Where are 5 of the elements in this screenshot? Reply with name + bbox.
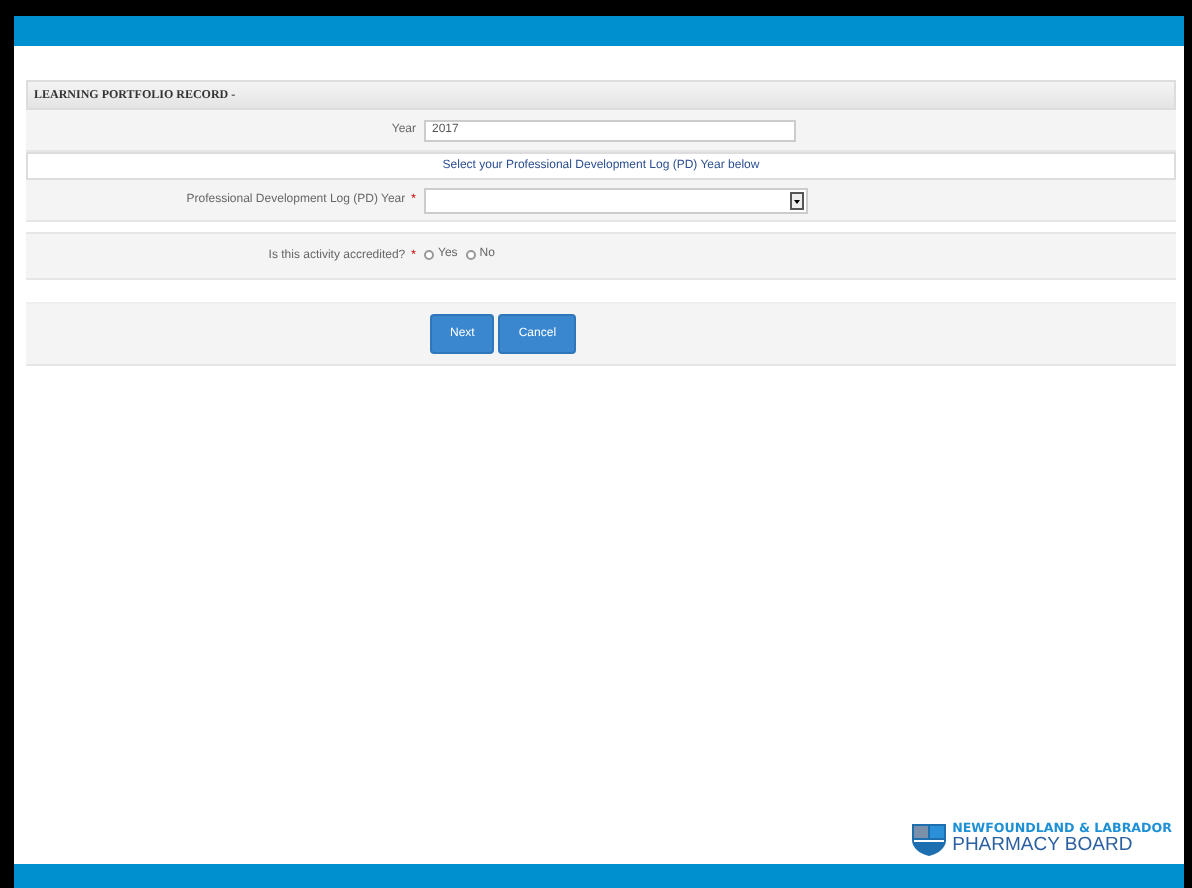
dropdown-field[interactable] bbox=[424, 187, 808, 213]
shield-logo-icon bbox=[912, 824, 947, 856]
logo-text: PHARMACY BOARD bbox=[952, 836, 1135, 856]
radio-button[interactable] bbox=[465, 249, 476, 260]
radio-button[interactable] bbox=[424, 249, 434, 260]
